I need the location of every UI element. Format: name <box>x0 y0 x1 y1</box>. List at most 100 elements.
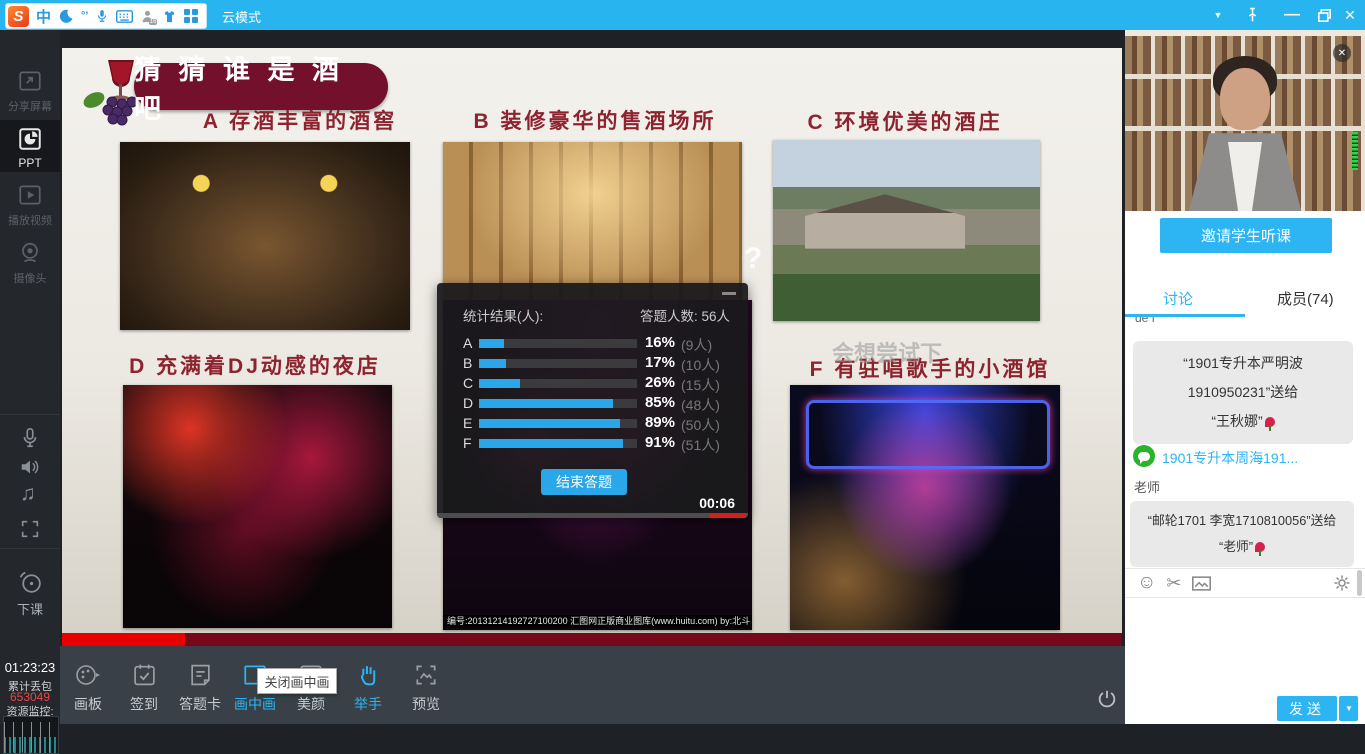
whiteboard-label: 画板 <box>60 694 116 714</box>
message-input[interactable] <box>1125 598 1365 698</box>
poll-bar-track <box>479 439 637 448</box>
ime-language-icon[interactable]: 中 <box>36 6 51 27</box>
stock-photo-watermark: 编号:20131214192727100200 汇图网正版商业图库(www.hu… <box>443 615 752 628</box>
settings-gear-icon[interactable] <box>1333 574 1351 592</box>
beauty-label: 美颜 <box>283 694 339 714</box>
poll-row-a: A 16% (9人) <box>437 333 748 353</box>
end-quiz-button[interactable]: 结束答题 <box>541 469 627 495</box>
poll-percent: 89% <box>633 414 675 431</box>
mic-toggle-icon[interactable] <box>19 426 41 450</box>
poll-bar-fill <box>479 419 620 428</box>
poll-option-letter: E <box>463 415 472 431</box>
tab-discussion[interactable]: 讨论 <box>1163 288 1193 309</box>
signin-calendar-icon <box>132 662 157 688</box>
teacher-video[interactable] <box>1125 30 1365 211</box>
wechat-avatar-icon[interactable] <box>1133 445 1155 467</box>
preview-label: 预览 <box>398 694 454 714</box>
moon-icon[interactable] <box>58 8 74 24</box>
sidebar-item-ppt[interactable]: PPT <box>0 126 60 170</box>
sogou-logo-icon[interactable]: S <box>8 6 29 27</box>
share-screen-label: 分享屏幕 <box>0 98 60 114</box>
poll-minimize-icon[interactable] <box>722 292 736 295</box>
poll-results-panel[interactable]: 统计结果(人): 答题人数: 56人 A 16% (9人) B 17% (10人… <box>437 283 748 518</box>
toolbar-item-signin[interactable]: 签到 <box>116 662 172 714</box>
chat-line: “老师” <box>1219 539 1253 554</box>
chat-bubble: “邮轮1701 李宽1710810056”送给 “老师” <box>1130 501 1354 567</box>
ime-menu-icon[interactable] <box>184 9 198 23</box>
poll-bar-fill <box>479 359 506 368</box>
ime-user-icon[interactable]: 16 <box>140 9 155 24</box>
preview-icon <box>413 662 439 688</box>
send-image-icon[interactable] <box>1192 576 1211 591</box>
chat-line: “邮轮1701 李宽1710810056”送给 <box>1132 508 1352 534</box>
close-icon[interactable]: ✕ <box>1338 0 1362 30</box>
resource-monitor-graph <box>3 716 59 754</box>
sidebar-item-camera[interactable]: 摄像头 <box>0 240 60 286</box>
title-bar: S 中 °’ 16 云模式 ▼ — ✕ <box>0 0 1365 30</box>
poll-option-letter: C <box>463 375 473 391</box>
slide-progress-bar <box>62 633 1122 646</box>
chat-username-link[interactable]: 1901专升本周海191... <box>1162 448 1298 468</box>
divider <box>0 414 60 415</box>
ime-toolbar[interactable]: S 中 °’ 16 <box>5 3 207 29</box>
poll-percent: 17% <box>633 354 675 371</box>
poll-progress-track <box>437 513 748 518</box>
skin-icon[interactable] <box>162 9 177 24</box>
microphone-icon[interactable] <box>95 8 109 24</box>
signin-label: 签到 <box>116 694 172 714</box>
sidebar-item-share-screen[interactable]: 分享屏幕 <box>0 68 60 114</box>
poll-bar-fill <box>479 439 623 448</box>
play-video-icon <box>17 182 43 208</box>
slide-progress-done <box>62 633 185 646</box>
poll-count: (9人) <box>681 335 712 355</box>
emoji-icon[interactable]: ☺ <box>1137 572 1156 594</box>
minimize-icon[interactable]: — <box>1280 0 1304 30</box>
speaker-icon[interactable] <box>17 456 43 478</box>
toolbar-item-raise-hand[interactable]: 举手 <box>340 662 396 714</box>
teacher-face <box>1220 68 1270 130</box>
audio-level-meter <box>1352 132 1358 170</box>
screenshot-scissors-icon[interactable]: ✂ <box>1166 573 1181 594</box>
rose-emoji-icon <box>1265 417 1275 427</box>
toolbar-item-answer-card[interactable]: 答题卡 <box>172 662 228 714</box>
answer-card-label: 答题卡 <box>172 694 228 714</box>
ime-punctuation-icon[interactable]: °’ <box>81 10 88 22</box>
poll-row-e: E 89% (50人) <box>437 413 748 433</box>
chat-sender-teacher: 老师 <box>1134 477 1160 496</box>
fullscreen-icon[interactable] <box>19 518 41 540</box>
poll-respondents: 答题人数: 56人 <box>640 305 730 325</box>
music-icon[interactable]: ♫ <box>20 482 36 506</box>
sidebar-item-end-class[interactable]: 下课 <box>0 570 60 618</box>
poll-option-letter: A <box>463 335 472 351</box>
titlebar-dropdown-icon[interactable]: ▼ <box>1206 0 1230 30</box>
cloud-mode-label: 云模式 <box>222 7 261 26</box>
tab-members[interactable]: 成员(74) <box>1277 288 1334 309</box>
invite-students-button[interactable]: 邀请学生听课 <box>1160 218 1332 253</box>
image-chateau <box>773 140 1040 321</box>
toolbar-item-whiteboard[interactable]: 画板 <box>60 662 116 714</box>
send-options-caret[interactable]: ▼ <box>1339 696 1358 721</box>
send-button[interactable]: 发送 <box>1277 696 1337 721</box>
chat-message-list[interactable]: de f “1901专升本严明波 1910950231”送给 “王秋娜” 190… <box>1125 317 1365 567</box>
raise-hand-icon <box>356 662 381 688</box>
poll-percent: 26% <box>633 374 675 391</box>
answer-card-icon <box>188 662 213 688</box>
sidebar-item-play-video[interactable]: 播放视频 <box>0 182 60 228</box>
chat-line: 1910950231”送给 <box>1137 378 1349 407</box>
option-d-header: D 充满着DJ动感的夜店 <box>105 350 405 380</box>
class-timer: 01:23:23 <box>0 660 60 675</box>
restore-icon[interactable] <box>1312 0 1336 30</box>
toolbar-item-preview[interactable]: 预览 <box>398 662 454 714</box>
poll-count: (10人) <box>681 355 720 375</box>
class-bell-icon <box>18 570 43 595</box>
slide-title: 猜 猜 谁 是 酒 吧 <box>134 63 388 110</box>
keyboard-icon[interactable] <box>116 10 133 23</box>
chat-toolbar: ☺ ✂ <box>1125 568 1365 598</box>
option-b-header: B 装修豪华的售酒场所 <box>445 105 745 135</box>
pin-icon[interactable] <box>1240 0 1264 30</box>
poll-option-letter: B <box>463 355 472 371</box>
end-class-label: 下课 <box>0 599 60 618</box>
video-close-icon[interactable]: ✕ <box>1333 44 1351 62</box>
image-wine-cellar <box>120 142 410 330</box>
power-icon[interactable] <box>1096 688 1118 710</box>
